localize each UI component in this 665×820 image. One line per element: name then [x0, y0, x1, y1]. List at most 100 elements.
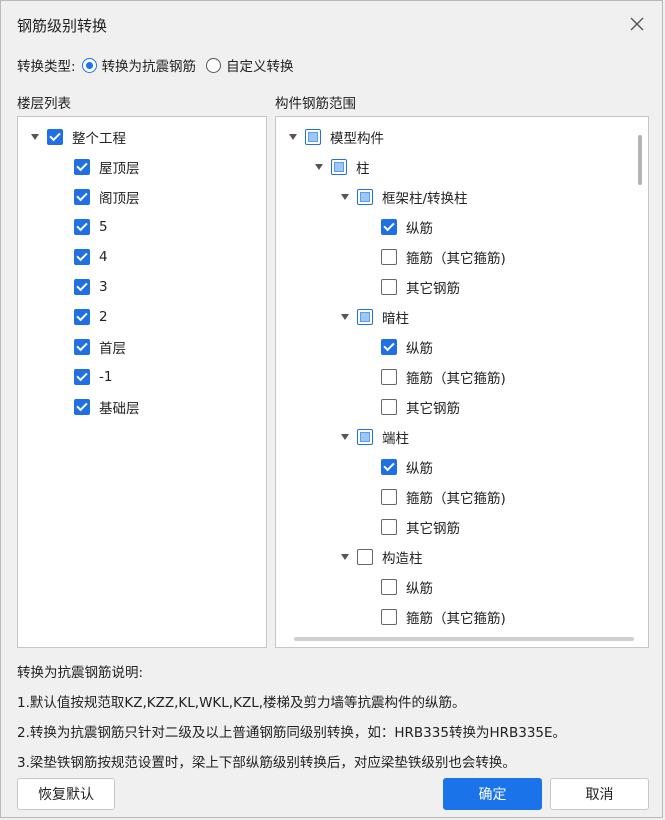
- radio-convert-to-seismic[interactable]: 转换为抗震钢筋: [81, 55, 196, 75]
- checkbox[interactable]: [381, 339, 397, 355]
- dialog-title: 钢筋级别转换: [17, 17, 108, 35]
- title-bar: 钢筋级别转换: [1, 1, 662, 47]
- component-tree-item[interactable]: 其它钢筋: [381, 392, 460, 422]
- horizontal-scrollbar[interactable]: [294, 637, 634, 641]
- checkbox[interactable]: [74, 159, 90, 175]
- expand-arrow-icon[interactable]: [339, 551, 351, 563]
- checkbox[interactable]: [381, 279, 397, 295]
- component-tree-item[interactable]: 纵筋: [381, 212, 433, 242]
- floor-tree-item[interactable]: 2: [74, 302, 108, 332]
- checkbox[interactable]: [381, 579, 397, 595]
- component-tree-item[interactable]: 纵筋: [381, 452, 433, 482]
- floor-tree-item[interactable]: 5: [74, 212, 108, 242]
- checkbox[interactable]: [74, 279, 90, 295]
- checkbox[interactable]: [357, 189, 373, 205]
- tree-item-label: 箍筋（其它箍筋): [406, 611, 506, 627]
- component-tree-item[interactable]: 纵筋: [381, 572, 433, 602]
- checkbox[interactable]: [357, 429, 373, 445]
- component-tree-item[interactable]: 箍筋（其它箍筋): [381, 362, 506, 392]
- tree-item-label: 其它钢筋: [406, 521, 460, 537]
- cancel-button[interactable]: 取消: [550, 778, 649, 810]
- conversion-type-row: 转换类型: 转换为抗震钢筋 自定义转换: [17, 55, 304, 75]
- checkbox[interactable]: [74, 249, 90, 265]
- checkbox[interactable]: [357, 549, 373, 565]
- checkbox[interactable]: [381, 459, 397, 475]
- checkbox[interactable]: [74, 189, 90, 205]
- radio-circle[interactable]: [81, 57, 97, 73]
- component-tree-item[interactable]: 箍筋（其它箍筋): [381, 482, 506, 512]
- component-tree-item[interactable]: 其它钢筋: [381, 512, 460, 542]
- expand-arrow-icon[interactable]: [339, 431, 351, 443]
- tree-item-label: 4: [99, 249, 108, 265]
- expand-arrow-icon[interactable]: [339, 311, 351, 323]
- component-tree-item[interactable]: 其它钢筋: [381, 272, 460, 302]
- radio-custom-conversion[interactable]: 自定义转换: [206, 55, 294, 75]
- checkbox[interactable]: [381, 519, 397, 535]
- component-tree-item[interactable]: 框架柱/转换柱: [339, 182, 468, 212]
- tree-item-label: 构造柱: [382, 551, 423, 567]
- tree-item-label: 纵筋: [406, 221, 433, 237]
- tree-item-label: 基础层: [99, 401, 140, 417]
- expand-arrow-icon[interactable]: [29, 131, 41, 143]
- component-range-panel[interactable]: 模型构件柱框架柱/转换柱 纵筋 箍筋（其它箍筋) 其它钢筋 暗柱 纵筋 箍筋（其它箍筋) 其它…: [275, 116, 649, 648]
- checkbox[interactable]: [74, 309, 90, 325]
- checkbox[interactable]: [74, 339, 90, 355]
- checkbox[interactable]: [381, 249, 397, 265]
- checkbox[interactable]: [381, 489, 397, 505]
- tree-item-label: 箍筋（其它箍筋): [406, 251, 506, 267]
- floor-list-panel[interactable]: 整个工程 屋顶层 阁顶层 5 4 3 2 首层 -1 基础层: [17, 116, 267, 648]
- tree-item-label: 框架柱/转换柱: [382, 191, 468, 207]
- tree-item-label: 柱: [356, 161, 370, 177]
- checkbox[interactable]: [331, 159, 347, 175]
- component-tree-item[interactable]: 箍筋（其它箍筋): [381, 602, 506, 632]
- component-tree-item[interactable]: 模型构件: [287, 122, 384, 152]
- tree-item-label: 箍筋（其它箍筋): [406, 491, 506, 507]
- floor-list-heading: 楼层列表: [17, 96, 71, 112]
- component-tree-item[interactable]: 柱: [313, 152, 370, 182]
- component-tree-item[interactable]: 纵筋: [381, 332, 433, 362]
- floor-tree-item[interactable]: 3: [74, 272, 108, 302]
- radio-label: 自定义转换: [226, 59, 294, 75]
- rebar-grade-conversion-dialog: 钢筋级别转换 转换类型: 转换为抗震钢筋 自定义转换 楼层列表 构件钢筋范围 整…: [0, 0, 663, 818]
- checkbox[interactable]: [381, 369, 397, 385]
- notes-heading: 转换为抗震钢筋说明:: [17, 665, 144, 681]
- floor-tree-item[interactable]: 阁顶层: [74, 182, 140, 212]
- floor-tree-item[interactable]: 基础层: [74, 392, 140, 422]
- tree-item-label: 端柱: [382, 431, 409, 447]
- component-tree-item[interactable]: 端柱: [339, 422, 409, 452]
- checkbox[interactable]: [381, 609, 397, 625]
- component-tree-item[interactable]: 暗柱: [339, 302, 409, 332]
- floor-tree-item[interactable]: 4: [74, 242, 108, 272]
- tree-item-label: -1: [99, 369, 113, 385]
- component-tree-item[interactable]: 箍筋（其它箍筋): [381, 242, 506, 272]
- checkbox[interactable]: [74, 219, 90, 235]
- tree-item-label: 3: [99, 279, 108, 295]
- checkbox[interactable]: [47, 129, 63, 145]
- ok-button[interactable]: 确定: [443, 778, 542, 810]
- expand-arrow-icon[interactable]: [313, 161, 325, 173]
- checkbox[interactable]: [381, 219, 397, 235]
- tree-item-label: 其它钢筋: [406, 401, 460, 417]
- tree-item-label: 纵筋: [406, 461, 433, 477]
- note-line: 2.转换为抗震钢筋只针对二级及以上普通钢筋同级别转换，如：HRB335转换为HR…: [17, 725, 567, 741]
- checkbox[interactable]: [74, 399, 90, 415]
- floor-tree-item[interactable]: 首层: [74, 332, 126, 362]
- component-range-heading: 构件钢筋范围: [275, 96, 356, 112]
- close-button[interactable]: [626, 13, 648, 35]
- vertical-scrollbar[interactable]: [638, 135, 642, 185]
- restore-default-button[interactable]: 恢复默认: [17, 778, 115, 810]
- tree-item-label: 5: [99, 219, 108, 235]
- tree-item-label: 纵筋: [406, 341, 433, 357]
- floor-tree-item[interactable]: 屋顶层: [74, 152, 140, 182]
- checkbox[interactable]: [357, 309, 373, 325]
- floor-tree-root[interactable]: 整个工程: [29, 122, 126, 152]
- checkbox[interactable]: [74, 369, 90, 385]
- tree-item-label: 模型构件: [330, 131, 384, 147]
- component-tree-item[interactable]: 构造柱: [339, 542, 423, 572]
- floor-tree-item[interactable]: -1: [74, 362, 112, 392]
- checkbox[interactable]: [381, 399, 397, 415]
- radio-circle[interactable]: [206, 57, 222, 73]
- checkbox[interactable]: [305, 129, 321, 145]
- expand-arrow-icon[interactable]: [287, 131, 299, 143]
- expand-arrow-icon[interactable]: [339, 191, 351, 203]
